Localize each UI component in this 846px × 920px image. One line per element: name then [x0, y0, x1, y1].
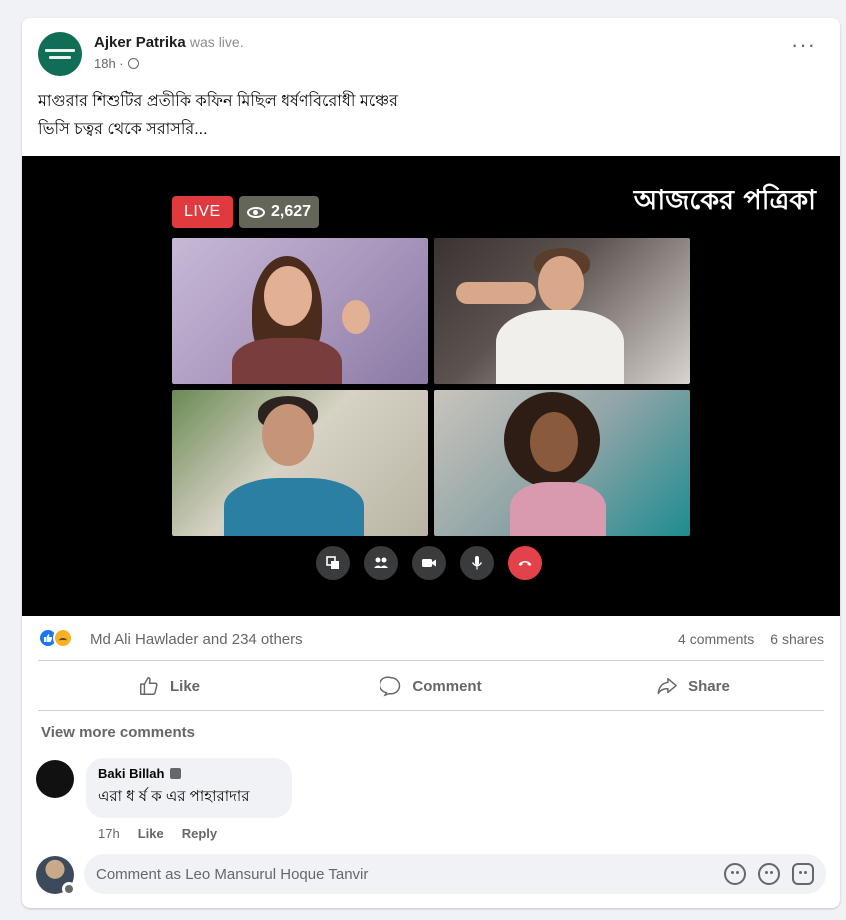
comment-button[interactable]: Comment — [300, 664, 562, 708]
video-tile — [172, 390, 428, 536]
comment-label: Comment — [412, 677, 482, 695]
post-stats: Md Ali Hawlader and 234 others 4 comment… — [38, 624, 824, 650]
view-more-comments-link[interactable]: View more comments — [41, 724, 195, 741]
avatar-sticker-icon[interactable] — [724, 863, 746, 885]
video-tile — [434, 390, 690, 536]
more-horizontal-icon: ··· — [791, 32, 816, 57]
sad-reaction-icon — [53, 628, 73, 648]
post-text-line: মাগুরার শিশুটির প্রতীকি কফিন মিছিল ধর্ষণ… — [38, 93, 398, 110]
commenter-avatar[interactable] — [36, 760, 74, 798]
post-actions: Like Comment Share — [38, 664, 824, 708]
fan-badge-icon — [170, 768, 182, 779]
live-badge: LIVE — [172, 196, 233, 228]
screen-share-icon — [326, 556, 339, 569]
live-video[interactable]: আজকের পত্রিকা LIVE 2,627 — [22, 156, 840, 616]
globe-icon — [127, 58, 139, 69]
comment-input-container — [84, 854, 826, 894]
video-tile — [172, 238, 428, 384]
microphone-button[interactable] — [460, 546, 494, 580]
participants-button[interactable] — [364, 546, 398, 580]
comment-text: এরা ধ র্ষ ক এর পাহারাদার — [98, 788, 250, 805]
page-avatar[interactable] — [38, 32, 82, 76]
post-time[interactable]: 18h · — [94, 56, 124, 71]
post-text: মাগুরার শিশুটির প্রতীকি কফিন মিছিল ধর্ষণ… — [38, 88, 818, 144]
eye-icon — [247, 206, 265, 218]
shares-count[interactable]: 6 shares — [770, 631, 824, 647]
post-header: Ajker Patrika was live. 18h · ··· — [38, 30, 824, 80]
like-label: Like — [169, 677, 200, 695]
viewer-count-badge: 2,627 — [239, 196, 320, 228]
thumbs-up-icon — [140, 677, 158, 695]
commenter-name[interactable]: Baki Billah — [98, 766, 164, 781]
camera-icon — [422, 559, 436, 567]
comment-reply-link[interactable]: Reply — [182, 826, 217, 841]
page-name[interactable]: Ajker Patrika — [94, 34, 186, 51]
share-label: Share — [688, 677, 730, 695]
emoji-icon[interactable] — [758, 863, 780, 885]
comment-actions: 17h Like Reply — [98, 826, 217, 841]
viewer-count: 2,627 — [271, 203, 312, 220]
divider — [38, 710, 824, 711]
post-text-line: ভিসি চত্বর থেকে সরাসরি... — [38, 121, 208, 138]
comments-count[interactable]: 4 comments — [678, 631, 754, 647]
comment-time[interactable]: 17h — [98, 826, 120, 841]
divider — [38, 660, 824, 661]
camera-button[interactable] — [412, 546, 446, 580]
microphone-icon — [471, 556, 483, 570]
screen-share-button[interactable] — [316, 546, 350, 580]
share-icon — [657, 677, 678, 695]
comment-composer — [36, 854, 826, 896]
more-options-button[interactable]: ··· — [791, 34, 816, 56]
comment-bubble: Baki Billah এরা ধ র্ষ ক এর পাহারাদার — [86, 758, 292, 818]
share-button[interactable]: Share — [562, 664, 824, 708]
current-user-avatar[interactable] — [36, 856, 76, 896]
chevron-down-icon[interactable] — [62, 882, 76, 896]
comment-like-link[interactable]: Like — [138, 826, 164, 841]
video-tile — [434, 238, 690, 384]
like-button[interactable]: Like — [38, 664, 300, 708]
post-card: Ajker Patrika was live. 18h · ··· মাগুরা… — [22, 18, 840, 908]
end-call-icon — [518, 561, 532, 566]
end-call-button[interactable] — [508, 546, 542, 580]
live-status: was live. — [189, 34, 244, 50]
post-meta: 18h · — [94, 56, 139, 71]
comment-input[interactable] — [96, 854, 696, 894]
reactors-summary[interactable]: Md Ali Hawlader and 234 others — [90, 631, 303, 648]
comment-icon — [380, 676, 401, 697]
sticker-icon[interactable] — [792, 863, 814, 885]
people-icon — [374, 557, 388, 568]
reaction-icons[interactable] — [38, 628, 73, 648]
brand-watermark: আজকের পত্রিকা — [633, 185, 816, 216]
call-controls — [316, 546, 542, 580]
